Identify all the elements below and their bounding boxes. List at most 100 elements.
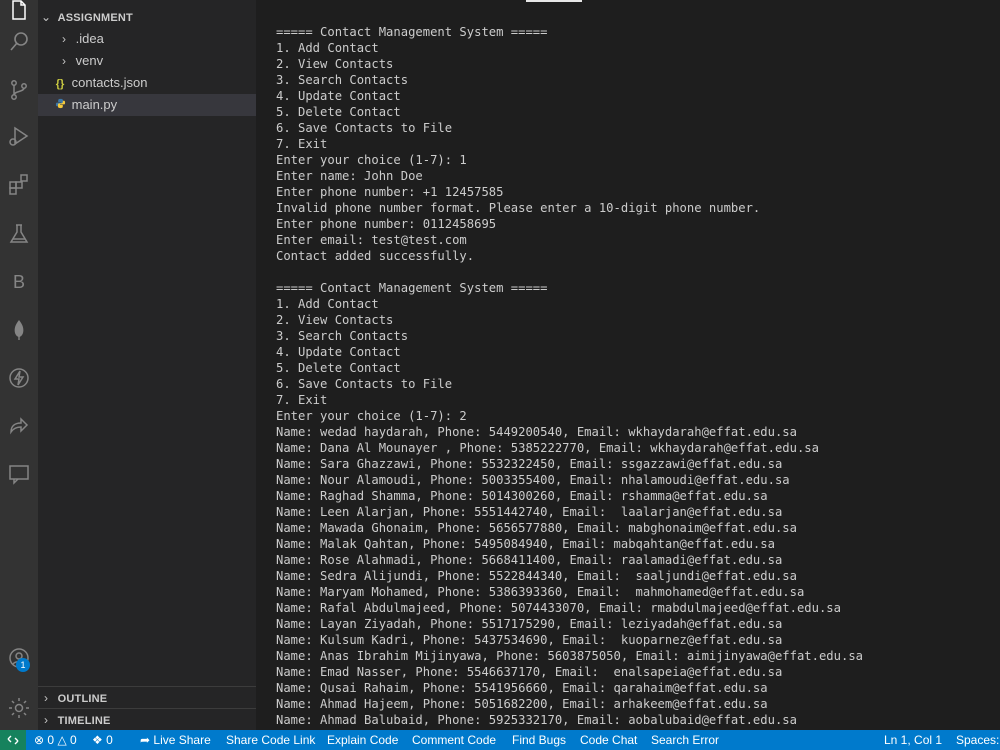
chat-icon[interactable] (0, 452, 38, 496)
explorer-sidebar: ⌄ ASSIGNMENT › .idea › venv {} contacts.… (38, 0, 256, 730)
terminal-line: 2. View Contacts (276, 313, 394, 327)
terminal-line: Enter your choice (1-7): 1 (276, 153, 467, 167)
chevron-right-icon: › (62, 32, 66, 46)
code-chat-button[interactable]: Code Chat (580, 730, 637, 750)
search-error-button[interactable]: Search Error (651, 730, 719, 750)
terminal-line: 7. Exit (276, 393, 328, 407)
terminal-line: Invalid phone number format. Please ente… (276, 201, 761, 215)
terminal-line: Name: Rose Alahmadi, Phone: 5668411400, … (276, 553, 783, 567)
mongodb-leaf-icon[interactable] (0, 308, 38, 352)
terminal-line: 1. Add Contact (276, 41, 379, 55)
testing-flask-icon[interactable] (0, 212, 38, 256)
terminal-line: Enter phone number: +1 12457585 (276, 185, 504, 199)
chevron-right-icon: › (44, 691, 48, 705)
chevron-right-icon: › (44, 713, 48, 727)
tree-item-idea[interactable]: › .idea (38, 28, 256, 50)
tree-item-label: venv (75, 53, 104, 68)
terminal-line: Name: Malak Qahtan, Phone: 5495084940, E… (276, 537, 775, 551)
tree-item-contacts-json[interactable]: {} contacts.json (38, 72, 256, 94)
ports-count: 0 (106, 733, 113, 747)
error-icon: ⊗ (34, 733, 45, 747)
cursor-position[interactable]: Ln 1, Col 1 (884, 730, 942, 750)
search-icon[interactable] (0, 20, 38, 64)
terminal-line: 1. Add Contact (276, 297, 379, 311)
folder-header-assignment[interactable]: ⌄ ASSIGNMENT (38, 6, 256, 28)
account-badge: 1 (16, 658, 30, 672)
terminal-line: Name: Emad Nasser, Phone: 5546637170, Em… (276, 665, 783, 679)
terminal-output: ===== Contact Management System ===== 1. … (276, 24, 863, 728)
terminal-line: Name: Mawada Ghonaim, Phone: 5656577880,… (276, 521, 797, 535)
indentation-spaces[interactable]: Spaces: (956, 730, 999, 750)
python-file-icon (52, 94, 68, 116)
ports-indicator[interactable]: ❖ 0 (92, 730, 113, 750)
terminal-line: 5. Delete Contact (276, 105, 401, 119)
chevron-right-icon: › (62, 54, 66, 68)
terminal-line: Name: Nour Alamoudi, Phone: 5003355400, … (276, 473, 790, 487)
terminal-line: ===== Contact Management System ===== (276, 281, 548, 295)
terminal-line: Contact added successfully. (276, 249, 475, 263)
tree-item-label: main.py (71, 97, 118, 112)
explain-code-button[interactable]: Explain Code (327, 730, 398, 750)
outline-label: OUTLINE (57, 693, 108, 705)
tree-item-label: contacts.json (71, 75, 148, 90)
live-share-label: Live Share (153, 733, 211, 747)
terminal-line: 5. Delete Contact (276, 361, 401, 375)
terminal-line: Name: Raghad Shamma, Phone: 5014300260, … (276, 489, 768, 503)
live-share-icon: ➦ (140, 733, 151, 747)
terminal-tab-indicator (526, 0, 582, 2)
broadcast-icon: ❖ (92, 733, 103, 747)
source-control-icon[interactable] (0, 68, 38, 112)
terminal-line: 3. Search Contacts (276, 329, 409, 343)
terminal-line: Name: Dana Al Mounayer , Phone: 53852227… (276, 441, 819, 455)
terminal-line: Name: Rafal Abdulmajeed, Phone: 50744330… (276, 601, 841, 615)
terminal-line: Name: Anas Ibrahim Mijinyawa, Phone: 560… (276, 649, 863, 663)
warning-icon: △ (57, 733, 67, 747)
terminal-line: Name: Sedra Alijundi, Phone: 5522844340,… (276, 569, 797, 583)
tree-item-venv[interactable]: › venv (38, 50, 256, 72)
share-code-link-button[interactable]: Share Code Link (226, 730, 315, 750)
warning-count: 0 (70, 733, 77, 747)
live-share-button[interactable]: ➦ Live Share (140, 730, 211, 750)
find-bugs-button[interactable]: Find Bugs (512, 730, 566, 750)
live-share-icon[interactable] (0, 404, 38, 448)
terminal-line: Name: Leen Alarjan, Phone: 5551442740, E… (276, 505, 783, 519)
manage-gear-icon[interactable] (0, 686, 38, 730)
terminal-line: Enter email: test@test.com (276, 233, 467, 247)
folder-name: ASSIGNMENT (57, 12, 133, 24)
outline-section-header[interactable]: › OUTLINE (38, 687, 256, 709)
activity-bar: B 1 (0, 0, 38, 730)
remote-icon (7, 735, 19, 745)
lightning-icon[interactable] (0, 356, 38, 400)
terminal-line: 4. Update Contact (276, 89, 401, 103)
terminal-line: Enter name: John Doe (276, 169, 423, 183)
terminal-line: Name: Ahmad Hajeem, Phone: 5051682200, E… (276, 697, 768, 711)
timeline-label: TIMELINE (57, 715, 111, 727)
terminal-line: 6. Save Contacts to File (276, 121, 453, 135)
terminal-line: Name: Layan Ziyadah, Phone: 5517175290, … (276, 617, 783, 631)
terminal-panel[interactable]: ===== Contact Management System ===== 1. … (256, 0, 1000, 730)
run-debug-icon[interactable] (0, 114, 38, 158)
tree-item-label: .idea (75, 31, 104, 46)
error-count: 0 (47, 733, 55, 747)
json-file-icon: {} (55, 78, 65, 90)
b-extension-label: B (12, 271, 25, 292)
terminal-line: Name: Maryam Mohamed, Phone: 5386393360,… (276, 585, 805, 599)
problems-indicator[interactable]: ⊗ 0 △ 0 (34, 730, 77, 750)
terminal-line: 7. Exit (276, 137, 328, 151)
terminal-line: 4. Update Contact (276, 345, 401, 359)
terminal-line: Enter phone number: 0112458695 (276, 217, 497, 231)
extensions-icon[interactable] (0, 162, 38, 206)
comment-code-button[interactable]: Comment Code (412, 730, 496, 750)
terminal-line: Name: wedad haydarah, Phone: 5449200540,… (276, 425, 797, 439)
remote-indicator[interactable] (0, 730, 26, 750)
terminal-line: Name: Sara Ghazzawi, Phone: 5532322450, … (276, 457, 783, 471)
timeline-section-header[interactable]: › TIMELINE (38, 709, 256, 731)
terminal-line: Name: Qusai Rahaim, Phone: 5541956660, E… (276, 681, 768, 695)
chevron-down-icon: ⌄ (40, 10, 52, 24)
terminal-line: 3. Search Contacts (276, 73, 409, 87)
terminal-line: Name: Kulsum Kadri, Phone: 5437534690, E… (276, 633, 783, 647)
tree-item-main-py[interactable]: main.py (38, 94, 256, 116)
terminal-line: 6. Save Contacts to File (276, 377, 453, 391)
b-extension-icon[interactable]: B (0, 260, 38, 304)
